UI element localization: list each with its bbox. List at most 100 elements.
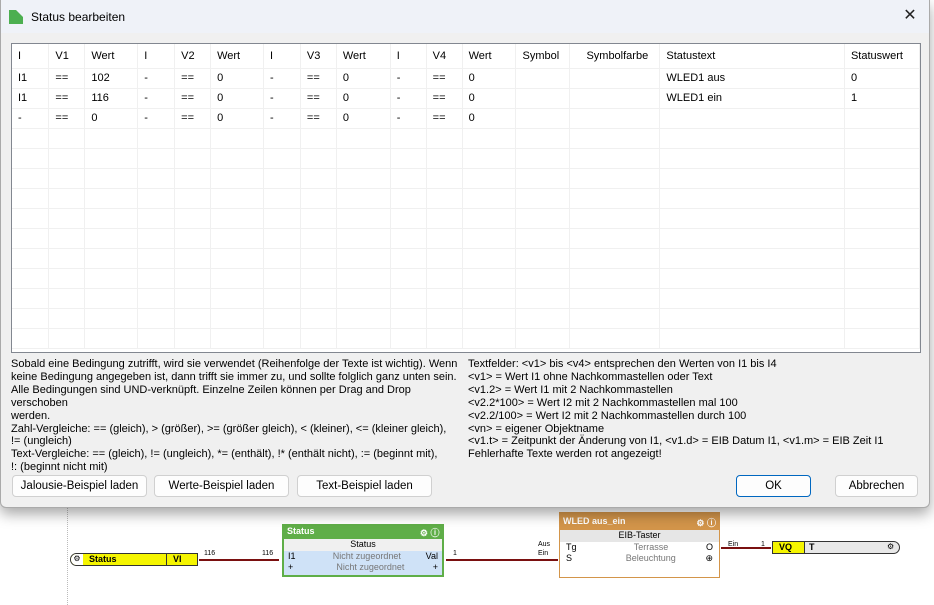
table-cell[interactable] xyxy=(659,248,845,269)
table-cell[interactable] xyxy=(174,228,212,249)
table-cell[interactable] xyxy=(569,248,661,269)
gear-icon[interactable]: ⚙ xyxy=(71,554,83,565)
load-jalousie-example-button[interactable]: Jalousie-Beispiel laden xyxy=(12,475,147,497)
table-cell[interactable] xyxy=(569,308,661,329)
table-cell[interactable] xyxy=(300,288,337,309)
table-cell[interactable] xyxy=(174,128,212,149)
empty-row[interactable] xyxy=(12,308,920,329)
table-cell[interactable] xyxy=(300,168,337,189)
table-cell[interactable] xyxy=(426,268,463,289)
table-cell[interactable]: 1 xyxy=(844,88,920,109)
table-cell[interactable] xyxy=(390,128,427,149)
table-cell[interactable] xyxy=(462,288,517,309)
table-cell[interactable] xyxy=(390,148,427,169)
column-header[interactable]: I xyxy=(137,44,176,69)
column-header[interactable]: V1 xyxy=(48,44,86,69)
table-cell[interactable] xyxy=(263,308,301,329)
table-cell[interactable] xyxy=(300,188,337,209)
table-cell[interactable] xyxy=(390,228,427,249)
column-header[interactable]: Wert xyxy=(210,44,264,69)
table-cell[interactable]: 116 xyxy=(84,88,139,109)
table-cell[interactable]: 0 xyxy=(210,108,264,129)
table-cell[interactable] xyxy=(390,248,427,269)
table-cell[interactable] xyxy=(426,128,463,149)
table-cell[interactable]: - xyxy=(263,88,301,109)
table-cell[interactable] xyxy=(390,268,427,289)
table-cell[interactable] xyxy=(12,288,50,309)
table-cell[interactable] xyxy=(263,288,301,309)
table-cell[interactable]: == xyxy=(48,68,86,89)
table-cell[interactable]: - xyxy=(137,108,176,129)
table-cell[interactable] xyxy=(137,148,176,169)
table-cell[interactable] xyxy=(263,168,301,189)
table-cell[interactable] xyxy=(515,308,571,329)
node-out-port[interactable]: O xyxy=(706,542,713,553)
column-header[interactable]: I xyxy=(390,44,427,69)
table-cell[interactable] xyxy=(390,168,427,189)
table-cell[interactable] xyxy=(12,268,50,289)
empty-row[interactable] xyxy=(12,148,920,169)
column-header[interactable]: V2 xyxy=(174,44,212,69)
table-cell[interactable]: == xyxy=(426,88,463,109)
table-cell[interactable] xyxy=(515,328,571,349)
table-cell[interactable]: == xyxy=(300,68,337,89)
table-cell[interactable] xyxy=(12,248,50,269)
table-cell[interactable]: == xyxy=(48,88,86,109)
cancel-button[interactable]: Abbrechen xyxy=(835,475,918,497)
table-cell[interactable]: 0 xyxy=(336,108,391,129)
table-cell[interactable] xyxy=(426,208,463,229)
table-cell[interactable] xyxy=(844,268,920,289)
table-cell[interactable] xyxy=(844,248,920,269)
table-cell[interactable]: 102 xyxy=(84,68,139,89)
table-cell[interactable] xyxy=(48,188,86,209)
table-cell[interactable] xyxy=(426,328,463,349)
settings-info-icons[interactable]: ⚙ ⓘ xyxy=(696,516,716,528)
table-cell[interactable] xyxy=(210,188,264,209)
table-cell[interactable] xyxy=(462,268,517,289)
table-cell[interactable] xyxy=(569,188,661,209)
table-cell[interactable] xyxy=(659,168,845,189)
table-cell[interactable] xyxy=(844,228,920,249)
table-cell[interactable] xyxy=(844,148,920,169)
table-cell[interactable] xyxy=(569,128,661,149)
table-cell[interactable] xyxy=(137,228,176,249)
table-cell[interactable] xyxy=(263,128,301,149)
table-cell[interactable] xyxy=(174,288,212,309)
table-cell[interactable] xyxy=(137,168,176,189)
table-cell[interactable] xyxy=(462,228,517,249)
table-cell[interactable]: == xyxy=(174,88,212,109)
table-cell[interactable] xyxy=(844,288,920,309)
status-table[interactable]: I V1 Wert I V2 Wert I V3 Wert I V4 Wert Symbol Symbol… xyxy=(11,43,921,353)
table-cell[interactable] xyxy=(48,308,86,329)
table-cell[interactable]: WLED1 ein xyxy=(659,88,845,109)
table-cell[interactable]: 0 xyxy=(210,68,264,89)
table-cell[interactable] xyxy=(659,208,845,229)
table-cell[interactable] xyxy=(336,208,391,229)
table-cell[interactable] xyxy=(300,328,337,349)
table-cell[interactable] xyxy=(84,268,139,289)
table-cell[interactable]: WLED1 aus xyxy=(659,68,845,89)
table-cell[interactable] xyxy=(300,308,337,329)
table-cell[interactable]: 0 xyxy=(336,88,391,109)
table-cell[interactable] xyxy=(462,168,517,189)
empty-row[interactable] xyxy=(12,168,920,189)
table-cell[interactable]: - xyxy=(137,88,176,109)
table-cell[interactable]: == xyxy=(300,108,337,129)
table-cell[interactable]: == xyxy=(426,68,463,89)
add-icon[interactable]: ⊕ xyxy=(705,553,713,564)
table-cell[interactable] xyxy=(174,248,212,269)
table-cell[interactable]: - xyxy=(390,68,427,89)
table-cell[interactable] xyxy=(137,308,176,329)
table-cell[interactable] xyxy=(390,328,427,349)
table-cell[interactable] xyxy=(336,168,391,189)
column-header[interactable]: Statuswert xyxy=(844,44,920,69)
table-cell[interactable] xyxy=(84,328,139,349)
table-cell[interactable] xyxy=(137,208,176,229)
table-cell[interactable] xyxy=(84,188,139,209)
empty-row[interactable] xyxy=(12,328,920,349)
column-header[interactable]: I xyxy=(12,44,50,69)
table-cell[interactable] xyxy=(462,148,517,169)
table-cell[interactable] xyxy=(515,108,571,129)
table-cell[interactable] xyxy=(515,188,571,209)
table-cell[interactable] xyxy=(210,288,264,309)
